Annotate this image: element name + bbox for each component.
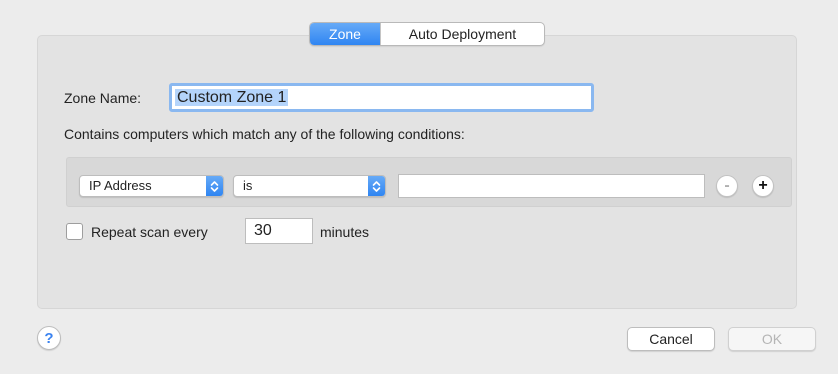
cancel-button[interactable]: Cancel xyxy=(627,327,715,351)
updown-arrows-icon xyxy=(368,176,385,196)
ok-button[interactable]: OK xyxy=(728,327,816,351)
repeat-scan-label: Repeat scan every xyxy=(91,224,208,240)
repeat-scan-checkbox[interactable] xyxy=(66,223,83,240)
condition-value-input[interactable] xyxy=(398,174,705,198)
zone-name-value: Custom Zone 1 xyxy=(175,89,289,106)
zone-dialog: Zone Auto Deployment Zone Name: Custom Z… xyxy=(0,0,838,374)
question-mark-icon: ? xyxy=(44,329,54,347)
condition-operator-value: is xyxy=(243,178,253,193)
tab-bar: Zone Auto Deployment xyxy=(309,22,545,46)
scan-interval-input[interactable]: 30 xyxy=(245,218,313,244)
minutes-label: minutes xyxy=(320,224,370,240)
add-condition-button[interactable]: + xyxy=(752,175,774,197)
condition-field-value: IP Address xyxy=(89,178,152,193)
remove-condition-button[interactable]: - xyxy=(716,175,738,197)
condition-operator-select[interactable]: is xyxy=(233,175,386,197)
condition-field-select[interactable]: IP Address xyxy=(79,175,224,197)
help-button[interactable]: ? xyxy=(37,326,61,350)
updown-arrows-icon xyxy=(206,176,223,196)
conditions-description: Contains computers which match any of th… xyxy=(64,126,465,142)
plus-icon: + xyxy=(758,177,768,194)
tab-zone[interactable]: Zone xyxy=(310,23,380,45)
tab-auto-deployment[interactable]: Auto Deployment xyxy=(380,23,544,45)
zone-name-input[interactable]: Custom Zone 1 xyxy=(169,83,594,112)
minus-icon: - xyxy=(724,177,730,194)
zone-name-label: Zone Name: xyxy=(64,90,142,106)
